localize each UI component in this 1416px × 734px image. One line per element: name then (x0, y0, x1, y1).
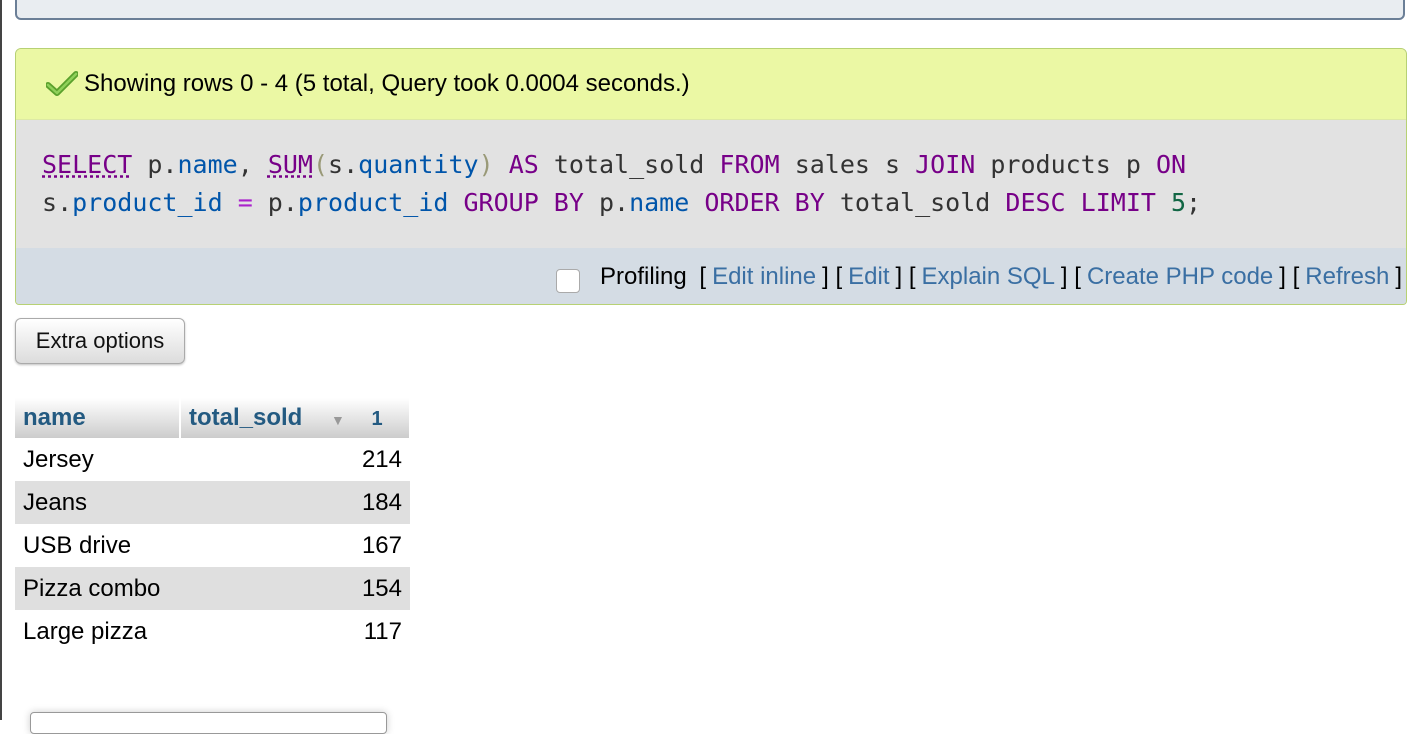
cell-total-sold[interactable]: 117 (180, 610, 410, 653)
table-row[interactable]: USB drive 167 (15, 524, 410, 567)
explain-sql-link[interactable]: Explain SQL (922, 263, 1055, 291)
cell-name[interactable]: Jersey (15, 438, 180, 481)
sql-token: = (222, 188, 268, 217)
edit-inline-link[interactable]: Edit inline (712, 263, 816, 291)
sql-token: GROUP BY (448, 188, 584, 217)
cell-name[interactable]: USB drive (15, 524, 180, 567)
cell-total-sold[interactable]: 154 (180, 567, 410, 610)
create-php-code-link[interactable]: Create PHP code (1087, 263, 1273, 291)
left-border (0, 0, 2, 720)
cell-total-sold[interactable]: 167 (180, 524, 410, 567)
sql-token: total_sold (824, 188, 991, 217)
sql-token: ( (312, 150, 329, 179)
column-header-total-sold[interactable]: total_sold ▼ 1 (180, 398, 411, 438)
sql-token: products p (975, 150, 1141, 179)
sql-token: product_id (72, 188, 223, 217)
sql-token: , (237, 150, 268, 179)
sql-token: sales s (779, 150, 901, 179)
sql-token: p (267, 188, 283, 217)
extra-options-button[interactable]: Extra options (15, 318, 185, 364)
success-message-text: Showing rows 0 - 4 (5 total, Query took … (84, 70, 690, 97)
profiling-label: Profiling (600, 263, 687, 290)
sql-token: total_sold (538, 150, 705, 179)
sql-token: DESC (990, 188, 1066, 217)
sql-line-2: s.product_id = p.product_id GROUP BY p.n… (42, 184, 1406, 222)
check-icon (46, 71, 78, 96)
sql-token: . (282, 188, 298, 217)
sort-descending-icon: ▼ (331, 412, 345, 428)
table-row[interactable]: Jersey 214 (15, 438, 410, 481)
results-table: name total_sold ▼ 1 Jersey 214 Jeans 184 USB… (15, 398, 411, 653)
query-result-box: Showing rows 0 - 4 (5 total, Query took … (15, 48, 1407, 305)
sql-token: product_id (297, 188, 449, 217)
cell-name[interactable]: Pizza combo (15, 567, 180, 610)
sql-token: 5 (1155, 188, 1187, 217)
sql-token: . (162, 150, 178, 179)
sql-token: FROM (704, 150, 780, 179)
cell-total-sold[interactable]: 184 (180, 481, 410, 524)
sql-token: . (343, 150, 359, 179)
sql-token: ; (1186, 188, 1202, 217)
sql-token: name (629, 188, 690, 217)
table-row[interactable]: Pizza combo 154 (15, 567, 410, 610)
sql-token: s (42, 188, 58, 217)
bottom-panel (30, 712, 387, 734)
profiling-checkbox[interactable] (556, 269, 580, 293)
sql-token: ) (478, 150, 494, 179)
column-header-total-sold-label: total_sold (189, 404, 303, 431)
edit-link[interactable]: Edit (848, 263, 889, 291)
sql-token: p (132, 150, 163, 179)
sql-query-display[interactable]: SELECT p.name, SUM(s.quantity) AS total_… (16, 120, 1406, 248)
sql-token: quantity (358, 150, 479, 179)
sql-token: . (57, 188, 73, 217)
sql-token: ORDER BY (689, 188, 825, 217)
sql-line-1: SELECT p.name, SUM(s.quantity) AS total_… (42, 146, 1406, 184)
cell-name[interactable]: Jeans (15, 481, 180, 524)
table-row[interactable]: Large pizza 117 (15, 610, 410, 653)
cell-name[interactable]: Large pizza (15, 610, 180, 653)
sql-token: AS (493, 150, 539, 179)
sql-token: LIMIT (1065, 188, 1156, 217)
sql-token: ON (1140, 150, 1187, 179)
table-row[interactable]: Jeans 184 (15, 481, 410, 524)
sql-token: p (583, 188, 615, 217)
refresh-link[interactable]: Refresh (1305, 263, 1389, 291)
success-message: Showing rows 0 - 4 (5 total, Query took … (16, 49, 1406, 120)
sql-token: SELECT (42, 150, 133, 179)
cell-total-sold[interactable]: 214 (180, 438, 410, 481)
column-header-name[interactable]: name (15, 398, 181, 438)
sql-token: JOIN (900, 150, 976, 179)
sort-order-number: 1 (371, 408, 383, 430)
previous-panel (15, 0, 1405, 20)
query-toolbar: Profiling [ Edit inline ] [ Edit ] [ Exp… (16, 248, 1406, 304)
sql-token: name (177, 150, 238, 179)
sql-token: SUM (267, 150, 313, 179)
sql-token: . (614, 188, 630, 217)
column-header-name-label: name (23, 404, 86, 431)
sql-token: s (328, 150, 344, 179)
